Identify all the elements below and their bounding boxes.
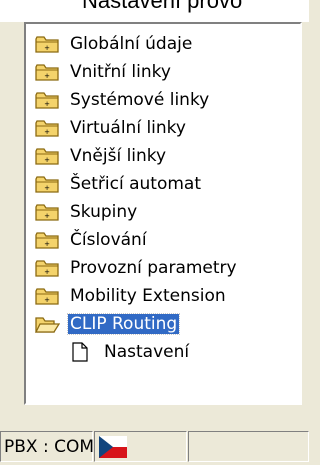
tree-item-virtualni-linky[interactable]: + Virtuální linky [34,114,188,142]
svg-text:+: + [44,268,50,276]
tree-item-label: Nastavení [104,342,190,362]
tree-item-label: Skupiny [70,202,138,222]
tree-item-label: Vnější linky [70,146,167,166]
tree-item-label: Virtuální linky [70,118,186,138]
tree-item-systemove-linky[interactable]: + Systémové linky [34,86,211,114]
folder-icon: + [35,232,59,249]
status-connection: PBX : COM [0,431,95,462]
window-title-bar: Nastavení provo [0,0,309,22]
tree-item-label: Vnitřní linky [70,62,171,82]
svg-text:+: + [44,128,50,136]
tree-item-cislovani[interactable]: + Číslování [34,226,149,254]
svg-text:+: + [44,44,50,52]
folder-icon: + [35,176,59,193]
svg-text:+: + [44,156,50,164]
tree-item-vnitrni-linky[interactable]: + Vnitřní linky [34,58,173,86]
tree-item-label: Globální údaje [70,34,193,54]
tree-item-skupiny[interactable]: + Skupiny [34,198,139,226]
connection-label: PBX : COM [4,436,95,457]
folder-icon: + [35,64,59,81]
tree-item-clip-routing[interactable]: CLIP Routing [34,310,181,338]
tree-item-label: Číslování [70,230,147,250]
czech-flag-icon [99,435,127,458]
folder-icon: + [35,204,59,221]
tree-item-setrici-automat[interactable]: + Šetřicí automat [34,170,203,198]
settings-tree[interactable]: + Globální údaje + Vnitřní linky + Systé… [24,22,302,405]
tree-item-vnejsi-linky[interactable]: + Vnější linky [34,142,168,170]
folder-icon: + [35,36,59,53]
folder-icon: + [35,92,59,109]
tree-item-label: Šetřicí automat [70,174,202,194]
status-language [94,431,187,462]
status-empty [188,431,309,462]
svg-text:+: + [44,296,50,304]
svg-text:+: + [44,240,50,248]
open-folder-icon [34,317,60,333]
folder-icon: + [35,148,59,165]
tree-item-label: Provozní parametry [70,258,237,278]
status-bar: PBX : COM [0,428,309,465]
tree-item-provozni-parametry[interactable]: + Provozní parametry [34,254,239,282]
folder-icon: + [35,288,59,305]
svg-text:+: + [44,100,50,108]
tree-item-label-selected: CLIP Routing [66,313,181,335]
folder-icon: + [35,260,59,277]
svg-text:+: + [44,184,50,192]
tree-item-label: Systémové linky [70,90,210,110]
tree-item-label: Mobility Extension [70,286,226,306]
folder-icon: + [35,120,59,137]
page-icon [72,342,88,362]
svg-text:+: + [44,72,50,80]
tree-item-globalni-udaje[interactable]: + Globální údaje [34,30,194,58]
tree-item-nastaveni[interactable]: Nastavení [72,338,191,366]
window-title: Nastavení provo [82,0,243,13]
tree-item-mobility-extension[interactable]: + Mobility Extension [34,282,228,310]
svg-text:+: + [44,212,50,220]
